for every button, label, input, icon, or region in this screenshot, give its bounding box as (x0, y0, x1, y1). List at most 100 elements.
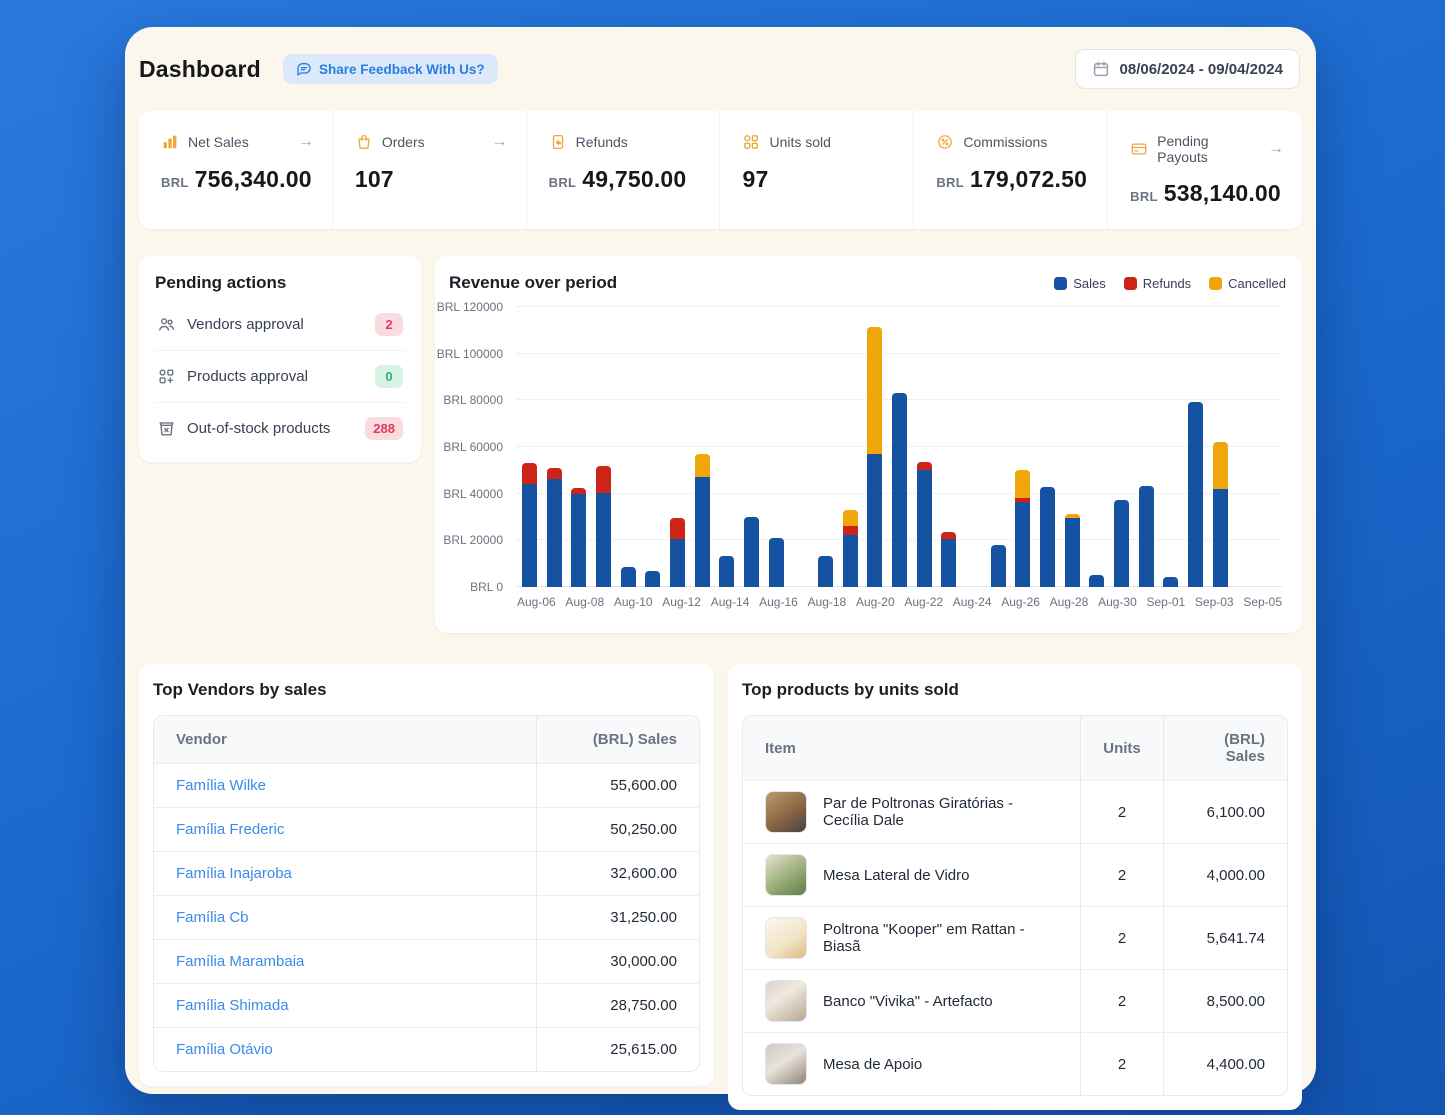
bar-slot (542, 307, 567, 587)
x-tick-label: Aug-20 (856, 595, 895, 609)
bar-Aug-10[interactable] (621, 567, 636, 587)
bar-Sep-03[interactable] (1213, 442, 1228, 587)
pending-item-vendors-approval[interactable]: Vendors approval 2 (155, 299, 405, 351)
bar-Aug-09[interactable] (596, 466, 611, 587)
x-tick-label: Aug-08 (565, 595, 604, 609)
bar-Aug-28[interactable] (1065, 514, 1080, 587)
bar-slot (690, 307, 715, 587)
vendor-sales-cell: 25,615.00 (536, 1027, 700, 1071)
bar-Sep-02[interactable] (1188, 402, 1203, 588)
kpi-refunds[interactable]: Refunds BRL49,750.00 (527, 111, 721, 229)
bar-Aug-14[interactable] (719, 556, 734, 588)
chart-area: BRL 0BRL 20000BRL 40000BRL 60000BRL 8000… (449, 307, 1286, 619)
product-item-cell: Par de Poltronas Giratórias - Cecília Da… (743, 780, 1080, 843)
x-tick-label (895, 595, 905, 609)
bar-Aug-08[interactable] (571, 488, 586, 587)
arrow-icon[interactable]: → (492, 133, 508, 151)
date-range-picker[interactable]: 08/06/2024 - 09/04/2024 (1075, 49, 1300, 89)
kpi-value: 179,072.50 (970, 166, 1087, 193)
bar-Aug-29[interactable] (1089, 575, 1104, 587)
y-tick-label: BRL 40000 (443, 487, 503, 501)
vendor-cell: Família Cb (154, 895, 536, 939)
bar-segment-refunds (670, 518, 685, 539)
bar-Aug-11[interactable] (645, 571, 660, 587)
kpi-commissions[interactable]: Commissions BRL179,072.50 (914, 111, 1108, 229)
vendor-link[interactable]: Família Frederic (176, 821, 284, 838)
product-units-cell: 2 (1080, 1032, 1163, 1095)
bar-Aug-26[interactable] (1015, 470, 1030, 587)
date-range-value: 08/06/2024 - 09/04/2024 (1120, 61, 1283, 78)
bar-Aug-19[interactable] (843, 510, 858, 587)
bar-slot (1084, 307, 1109, 587)
kpi-orders[interactable]: Orders → 107 (333, 111, 527, 229)
kpi-currency: BRL (1130, 189, 1158, 204)
vendor-link[interactable]: Família Wilke (176, 777, 266, 794)
vendor-link[interactable]: Família Cb (176, 909, 249, 926)
bar-Aug-22[interactable] (917, 462, 932, 587)
bar-Aug-15[interactable] (744, 517, 759, 587)
kpi-units-sold[interactable]: Units sold 97 (720, 111, 914, 229)
product-thumbnail (765, 791, 807, 833)
bar-Aug-30[interactable] (1114, 500, 1129, 588)
products-col-item: Item (743, 716, 1080, 780)
bar-Aug-31[interactable] (1139, 486, 1154, 588)
table-row: Mesa de Apoio24,400.00 (743, 1032, 1287, 1095)
kpi-currency: BRL (161, 175, 189, 190)
arrow-icon[interactable]: → (1268, 140, 1284, 158)
vendor-link[interactable]: Família Marambaia (176, 953, 304, 970)
x-tick-label (992, 595, 1002, 609)
count-badge: 0 (375, 365, 403, 388)
grid-icon (742, 133, 760, 151)
arrow-icon[interactable]: → (298, 133, 314, 151)
bar-slot (1257, 307, 1282, 587)
pending-actions-title: Pending actions (155, 273, 405, 293)
x-tick-label: Aug-12 (662, 595, 701, 609)
bar-Aug-20[interactable] (867, 327, 882, 587)
products-col-units: Units (1080, 716, 1163, 780)
kpi-pending-payouts[interactable]: Pending Payouts → BRL 538,140.00 (1108, 111, 1302, 229)
bar-Aug-06[interactable] (522, 463, 537, 587)
top-products-title: Top products by units sold (742, 680, 1288, 700)
credit-card-icon (1130, 140, 1148, 158)
bar-segment-sales (1065, 518, 1080, 587)
product-thumbnail (765, 917, 807, 959)
share-feedback-button[interactable]: Share Feedback With Us? (283, 54, 498, 84)
y-tick-label: BRL 20000 (443, 533, 503, 547)
refund-icon (549, 133, 567, 151)
products-col-sales: (BRL) Sales (1163, 716, 1287, 780)
bar-Aug-27[interactable] (1040, 487, 1055, 587)
bar-Aug-25[interactable] (991, 545, 1006, 587)
bar-Aug-21[interactable] (892, 393, 907, 587)
vendor-link[interactable]: Família Otávio (176, 1041, 273, 1058)
bar-Aug-13[interactable] (695, 454, 710, 587)
kpi-value: 538,140.00 (1164, 180, 1281, 207)
bar-Aug-16[interactable] (769, 538, 784, 587)
bar-Aug-12[interactable] (670, 518, 685, 587)
x-tick-label (1040, 595, 1050, 609)
bar-Aug-18[interactable] (818, 556, 833, 588)
products-table: Item Units (BRL) Sales Par de Poltronas … (742, 715, 1288, 1096)
bar-slot (517, 307, 542, 587)
vendor-link[interactable]: Família Shimada (176, 997, 289, 1014)
vendor-link[interactable]: Família Inajaroba (176, 865, 292, 882)
chart-y-axis: BRL 0BRL 20000BRL 40000BRL 60000BRL 8000… (449, 307, 511, 587)
bar-segment-sales (522, 484, 537, 587)
kpi-label: Pending Payouts (1157, 133, 1259, 165)
bar-Aug-07[interactable] (547, 468, 562, 587)
revenue-chart-card: Revenue over period SalesRefundsCancelle… (435, 256, 1302, 633)
x-tick-label (1234, 595, 1244, 609)
kpi-currency: BRL (936, 175, 964, 190)
y-tick-label: BRL 0 (470, 580, 503, 594)
top-vendors-card: Top Vendors by sales Vendor (BRL) Sales … (139, 664, 714, 1086)
kpi-net-sales[interactable]: Net Sales → BRL756,340.00 (139, 111, 333, 229)
table-row: Família Shimada28,750.00 (154, 983, 699, 1027)
bar-slot (813, 307, 838, 587)
pending-item-products-approval[interactable]: Products approval 0 (155, 351, 405, 403)
bar-Aug-23[interactable] (941, 532, 956, 587)
pending-item-out-of-stock[interactable]: Out-of-stock products 288 (155, 403, 405, 454)
users-icon (157, 315, 176, 334)
vendor-sales-cell: 30,000.00 (536, 939, 700, 983)
bar-Sep-01[interactable] (1163, 577, 1178, 588)
bar-segment-sales (892, 393, 907, 587)
x-tick-label: Aug-30 (1098, 595, 1137, 609)
